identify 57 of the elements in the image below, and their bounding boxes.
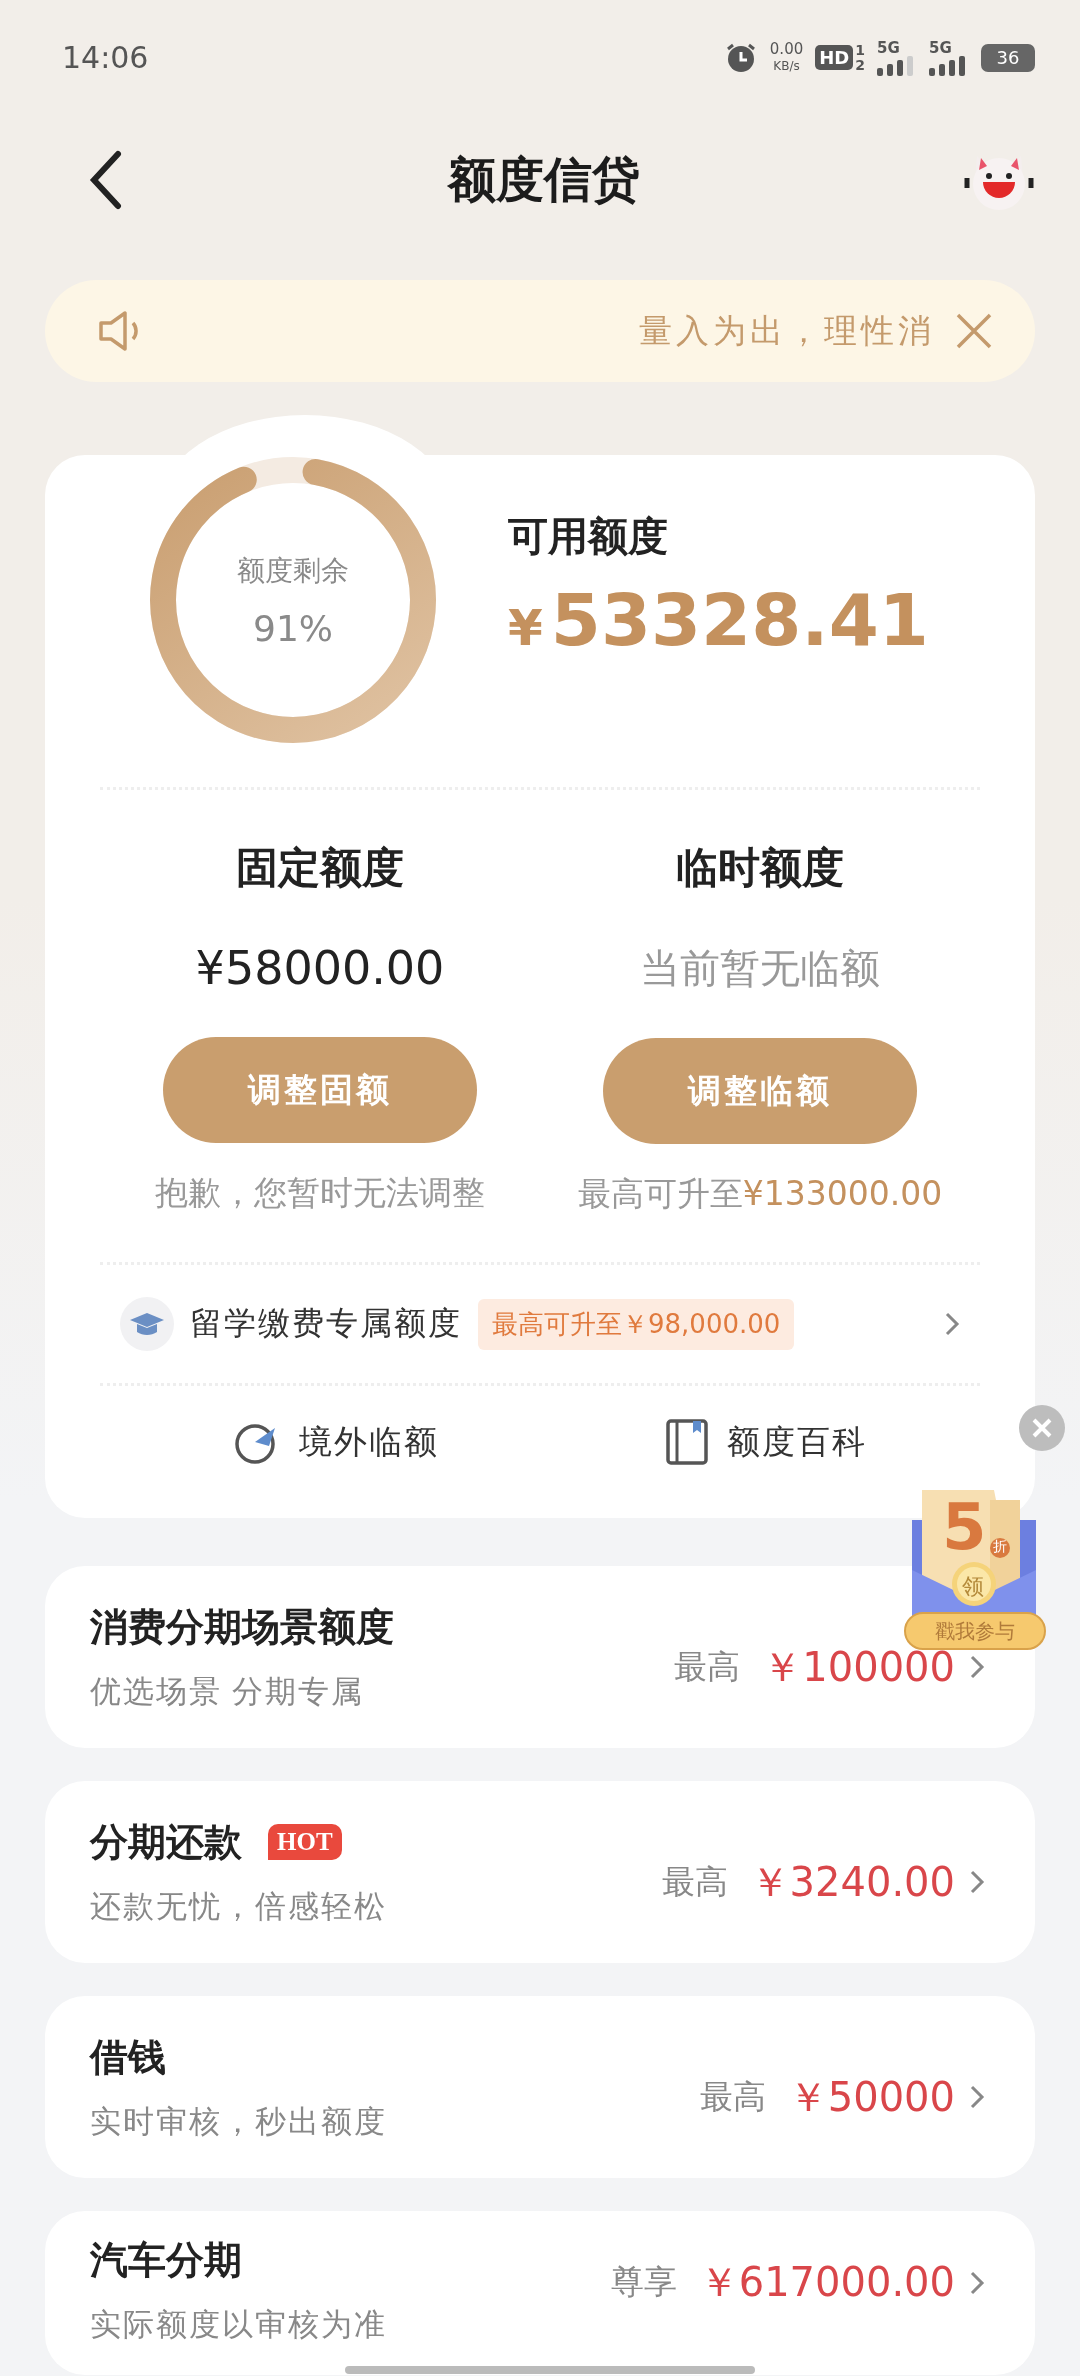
product-card[interactable]: 汽车分期 实际额度以审核为准 尊享 ￥617000.00 xyxy=(45,2211,1035,2375)
limit-title: 固定额度 xyxy=(236,844,404,893)
speed-value: 0.00 xyxy=(769,40,804,58)
product-subtitle: 还款无忧，倍感轻松 xyxy=(90,1887,387,1926)
seal-text: 领 xyxy=(962,1573,984,1601)
product-title: 汽车分期 xyxy=(90,2238,242,2283)
product-card[interactable]: 借钱 实时审核，秒出额度 最高 ￥50000 xyxy=(45,1996,1035,2178)
study-label: 留学缴费专属额度 xyxy=(190,1304,462,1343)
limit-note: 最高可升至¥133000.00 xyxy=(577,1173,943,1215)
product-card[interactable]: 分期还款 HOT 还款无忧，倍感轻松 最高 ￥3240.00 xyxy=(45,1781,1035,1963)
chevron-right-icon xyxy=(969,2269,985,2296)
available-amount: 53328.41 xyxy=(550,577,929,662)
product-amount: ￥617000.00 xyxy=(698,2258,955,2307)
study-tag: 最高可升至￥98,000.00 xyxy=(478,1298,795,1350)
currency-symbol: ¥ xyxy=(508,598,543,657)
hot-badge: HOT xyxy=(268,1824,342,1860)
product-title: 消费分期场景额度 xyxy=(90,1604,394,1650)
study-row[interactable]: 留学缴费专属额度 最高可升至￥98,000.00 xyxy=(100,1265,980,1383)
sim-number: 2 xyxy=(855,57,865,73)
shortcut-item[interactable]: 额度百科 xyxy=(665,1418,867,1466)
book-icon xyxy=(665,1418,709,1466)
amount-prefix: 最高 xyxy=(661,1862,728,1902)
chevron-right-icon xyxy=(944,1311,960,1337)
ring-label: 额度剩余 xyxy=(237,553,349,588)
limit-value: 当前暂无临额 xyxy=(640,944,880,993)
hd-badge: HD xyxy=(815,45,854,70)
available-label: 可用额度 xyxy=(508,512,669,561)
chevron-right-icon xyxy=(969,1869,985,1895)
page-title: 额度信贷 xyxy=(447,152,640,208)
graduation-cap-icon xyxy=(120,1297,174,1351)
discount-unit: 折 xyxy=(993,1538,1007,1556)
network-label: 5G xyxy=(929,39,952,56)
product-title: 借钱 xyxy=(90,2034,166,2080)
network-label: 5G xyxy=(877,39,900,56)
speed-unit: KB/s xyxy=(773,57,800,75)
amount-prefix: 最高 xyxy=(699,2077,766,2117)
product-amount: ￥3240.00 xyxy=(749,1857,955,1907)
ring-percent: 91% xyxy=(253,607,333,649)
product-subtitle: 优选场景 分期专属 xyxy=(90,1672,365,1711)
product-title: 分期还款 xyxy=(90,1819,242,1865)
discount-number: 5 xyxy=(942,1490,987,1564)
shortcut-item[interactable]: 境外临额 xyxy=(233,1418,439,1466)
notice-text: 量入为出，理性消 xyxy=(639,311,935,351)
battery-icon: 36 xyxy=(981,43,1035,72)
product-amount: ￥50000 xyxy=(787,2072,955,2122)
status-time: 14:06 xyxy=(62,40,149,75)
limit-note: 抱歉，您暂时无法调整 xyxy=(155,1172,485,1214)
sim-number: 1 xyxy=(855,42,865,58)
product-subtitle: 实时审核，秒出额度 xyxy=(90,2102,387,2141)
product-subtitle: 实际额度以审核为准 xyxy=(90,2306,387,2344)
chevron-right-icon xyxy=(969,1654,985,1680)
amount-prefix: 尊享 xyxy=(610,2263,677,2302)
chevron-right-icon xyxy=(969,2084,985,2110)
limit-title: 临时额度 xyxy=(676,844,844,893)
amount-prefix: 最高 xyxy=(674,1647,741,1687)
back-icon[interactable] xyxy=(88,150,124,210)
limit-value: ¥58000.00 xyxy=(195,941,445,995)
